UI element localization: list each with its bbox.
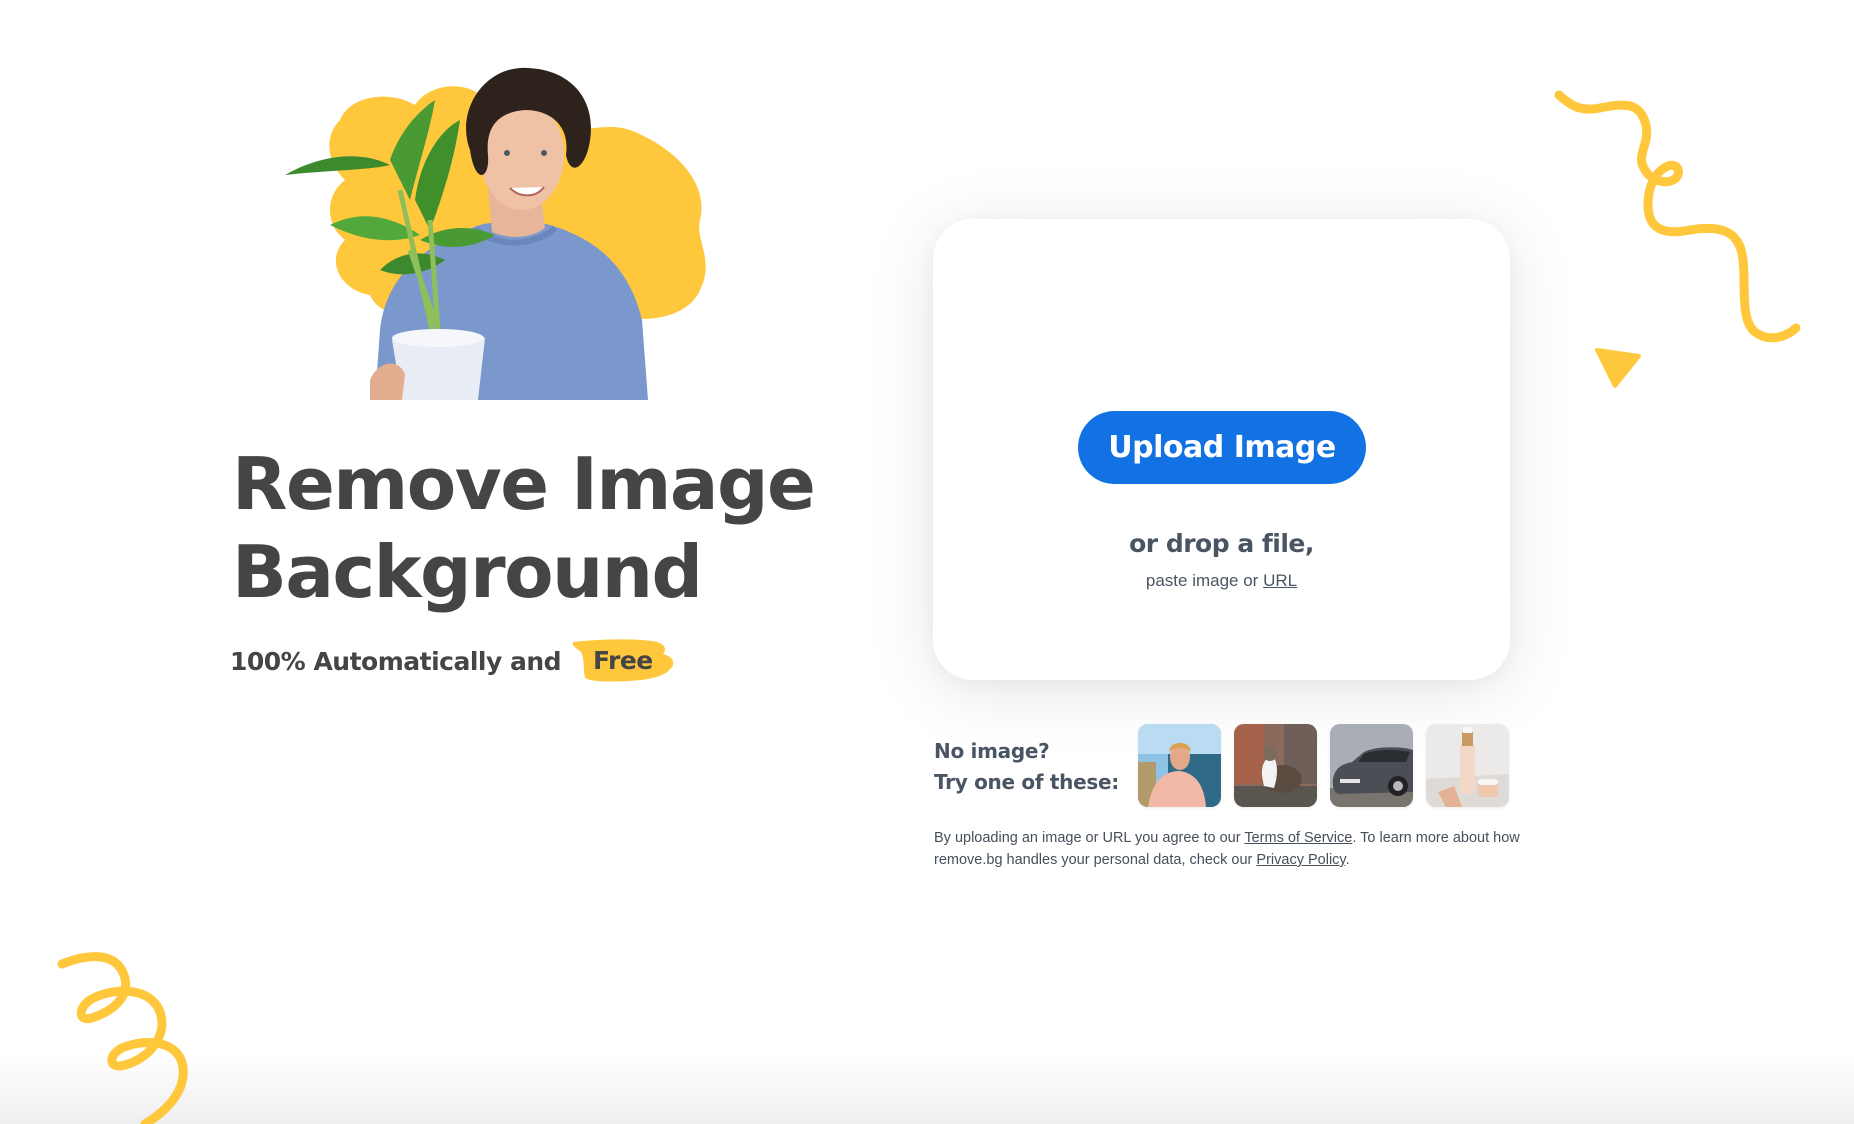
car-photo-icon xyxy=(1330,724,1413,807)
headline-line-2: Background xyxy=(232,530,703,614)
cosmetics-photo-icon xyxy=(1426,724,1509,807)
free-badge: Free xyxy=(572,639,674,682)
sample-thumbnail-cat[interactable] xyxy=(1234,724,1317,807)
headline-line-1: Remove Image xyxy=(232,442,816,526)
squiggle-decoration-icon xyxy=(1554,90,1801,343)
samples-label: No image? Try one of these: xyxy=(934,736,1119,798)
triangle-decoration-icon xyxy=(1595,348,1641,388)
drop-file-text: or drop a file, xyxy=(1129,529,1314,558)
url-link[interactable]: URL xyxy=(1263,571,1297,590)
hero-image xyxy=(270,60,720,400)
samples-label-line-2: Try one of these: xyxy=(934,770,1119,794)
cat-photo-icon xyxy=(1234,724,1317,807)
privacy-policy-link[interactable]: Privacy Policy xyxy=(1256,852,1345,868)
legal-text-part-1: By uploading an image or URL you agree t… xyxy=(934,830,1241,846)
legal-text-part-3: . xyxy=(1345,852,1350,868)
page-bottom-fade xyxy=(0,1054,1854,1124)
upload-dropzone[interactable]: Upload Image or drop a file, paste image… xyxy=(933,219,1510,680)
page-title: Remove Image Background xyxy=(232,440,816,616)
paste-prefix: paste image or xyxy=(1145,571,1259,590)
sample-thumbnail-car[interactable] xyxy=(1330,724,1413,807)
sample-thumbnails xyxy=(1138,724,1509,807)
subtitle: 100% Automatically and Free xyxy=(230,639,674,682)
sample-thumbnail-person[interactable] xyxy=(1138,724,1221,807)
samples-label-line-1: No image? xyxy=(934,739,1050,763)
free-badge-label: Free xyxy=(593,646,653,675)
sample-thumbnail-cosmetics[interactable] xyxy=(1426,724,1509,807)
paste-instruction: paste image or URL xyxy=(933,571,1510,591)
legal-notice: By uploading an image or URL you agree t… xyxy=(934,827,1534,871)
person-photo-icon xyxy=(1138,724,1221,807)
terms-of-service-link[interactable]: Terms of Service xyxy=(1244,830,1352,846)
hero-illustration-icon xyxy=(285,67,706,400)
subtitle-text: 100% Automatically and xyxy=(230,647,562,676)
upload-image-button[interactable]: Upload Image xyxy=(1078,411,1366,484)
